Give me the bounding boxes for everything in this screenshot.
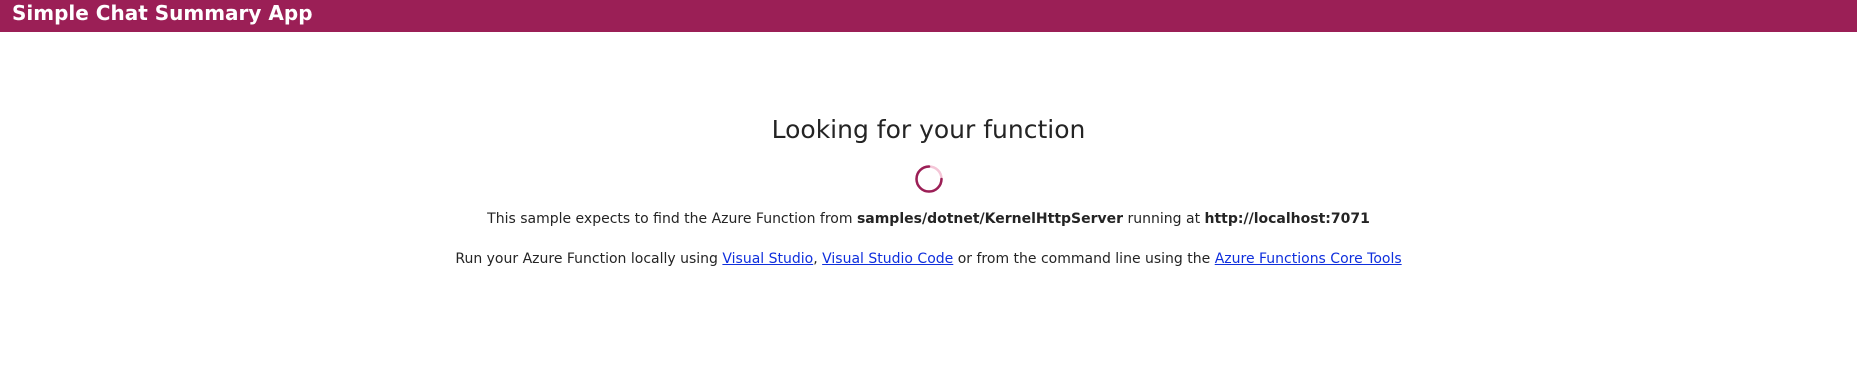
line2-middle: or from the command line using the — [953, 251, 1215, 267]
spinner-container — [0, 163, 1857, 195]
line1-prefix: This sample expects to find the Azure Fu… — [487, 211, 857, 227]
function-location-text: This sample expects to find the Azure Fu… — [0, 209, 1857, 229]
function-url: http://localhost:7071 — [1204, 211, 1370, 227]
loading-spinner-icon — [914, 165, 943, 193]
function-path: samples/dotnet/KernelHttpServer — [856, 211, 1124, 227]
line2-separator: , — [813, 251, 823, 267]
app-title: Simple Chat Summary App — [12, 1, 313, 25]
line1-middle: running at — [1123, 211, 1205, 227]
visual-studio-code-link[interactable]: Visual Studio Code — [822, 251, 953, 267]
run-instructions-text: Run your Azure Function locally using Vi… — [0, 249, 1857, 269]
azure-functions-core-tools-link[interactable]: Azure Functions Core Tools — [1215, 251, 1402, 267]
app-header: Simple Chat Summary App — [0, 0, 1857, 32]
visual-studio-link[interactable]: Visual Studio — [722, 251, 813, 267]
page-heading: Looking for your function — [771, 115, 1086, 144]
line2-prefix: Run your Azure Function locally using — [455, 251, 723, 267]
main-content: Looking for your function This sample ex… — [0, 32, 1857, 269]
